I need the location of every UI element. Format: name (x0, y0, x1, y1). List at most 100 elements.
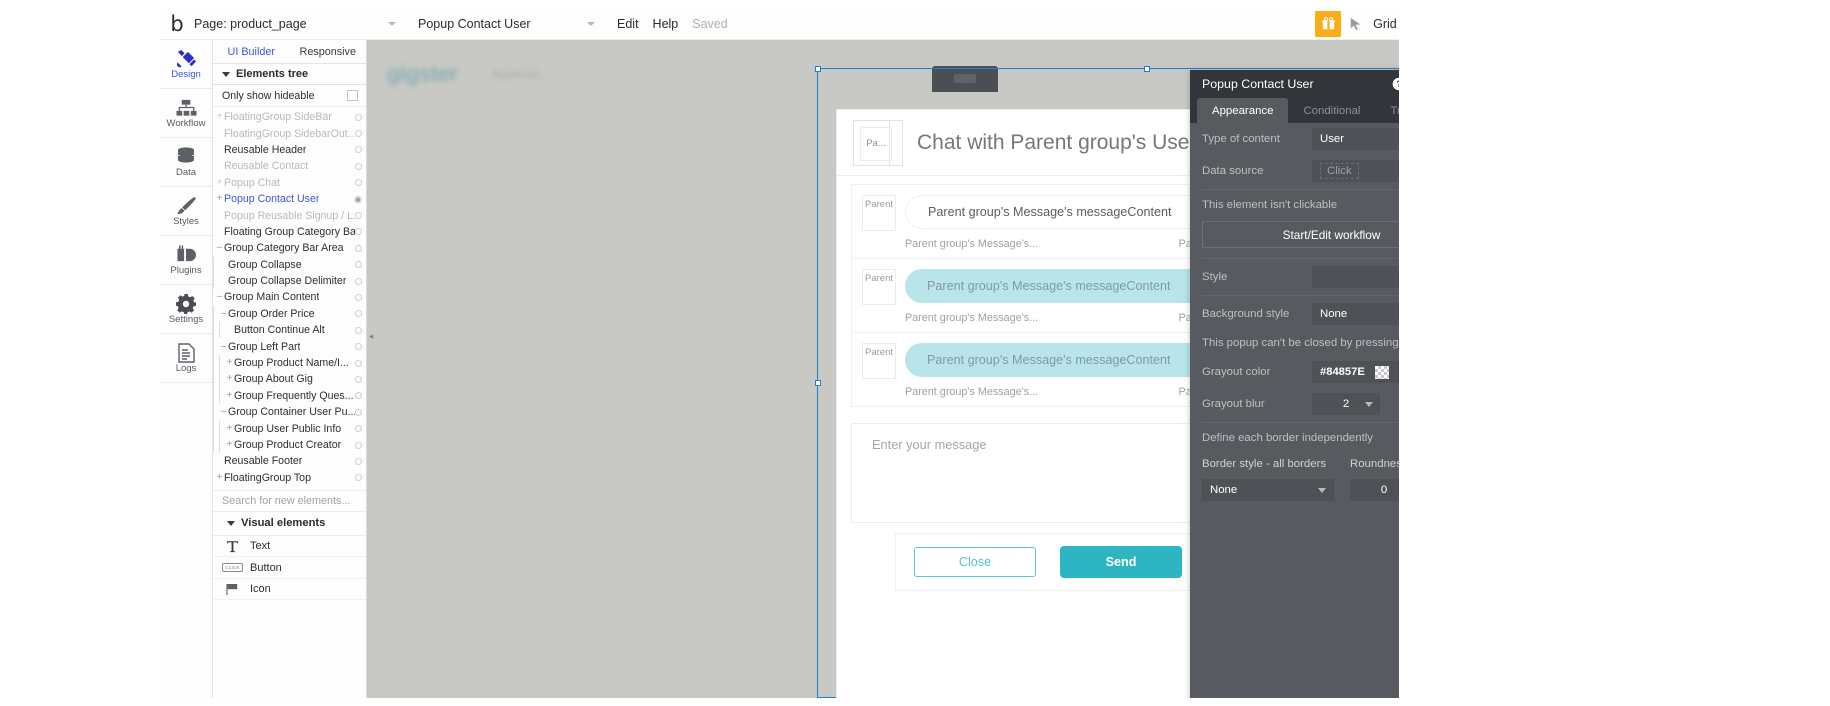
collapse-icon[interactable]: – (219, 407, 228, 417)
resize-handle-top-center[interactable] (1144, 66, 1150, 72)
visibility-dot-icon[interactable] (355, 130, 362, 137)
border-style-label: Border style - all borders (1202, 458, 1334, 470)
visibility-dot-icon[interactable] (355, 327, 362, 334)
tree-node[interactable]: +Popup Chat (213, 175, 366, 191)
color-swatch-icon[interactable] (1375, 366, 1389, 379)
tree-node[interactable]: +Group Frequently Ques... (213, 388, 366, 404)
tree-node[interactable]: +Group About Gig (213, 371, 366, 387)
visibility-dot-icon[interactable] (355, 425, 362, 432)
tree-node-label: Group Order Price (228, 308, 315, 320)
bubble-logo-icon[interactable]: b (164, 9, 190, 39)
border-style-dropdown[interactable]: None (1202, 479, 1334, 501)
expand-icon[interactable]: + (225, 440, 234, 450)
tree-node[interactable]: –Group Container User Pu... (213, 404, 366, 420)
visibility-dot-icon[interactable] (355, 409, 362, 416)
visibility-dot-icon[interactable] (355, 212, 362, 219)
cursor-arrow-icon[interactable] (1349, 17, 1363, 31)
tree-node[interactable]: Floating Group Category Bar (213, 224, 366, 240)
tree-node[interactable]: –Group Main Content (213, 289, 366, 305)
visibility-dot-icon[interactable] (355, 474, 362, 481)
expand-icon[interactable]: + (225, 374, 234, 384)
visibility-dot-icon[interactable] (355, 442, 362, 449)
gift-icon[interactable] (1315, 11, 1341, 37)
tree-node[interactable]: Reusable Header (213, 142, 366, 158)
visibility-dot-icon[interactable] (355, 458, 362, 465)
visibility-dot-icon[interactable] (355, 228, 362, 235)
expand-icon[interactable]: + (215, 112, 224, 122)
roundness-value: 0 (1381, 484, 1387, 496)
eye-icon[interactable]: ◉ (354, 194, 362, 205)
visibility-dot-icon[interactable] (355, 310, 362, 317)
tree-node[interactable]: +Popup Contact User◉ (213, 191, 366, 207)
visibility-dot-icon[interactable] (355, 376, 362, 383)
palette-item-icon[interactable]: Icon (213, 579, 366, 601)
send-button[interactable]: Send (1060, 546, 1182, 578)
visibility-dot-icon[interactable] (355, 179, 362, 186)
help-menu[interactable]: Help (653, 17, 679, 31)
tab-appearance[interactable]: Appearance (1197, 98, 1288, 123)
tree-node[interactable]: +FloatingGroup SideBar (213, 109, 366, 125)
tree-node[interactable]: FloatingGroup SidebarOut... (213, 125, 366, 141)
visibility-dot-icon[interactable] (355, 360, 362, 367)
tree-node[interactable]: +Group Product Creator (213, 437, 366, 453)
collapse-icon[interactable]: – (215, 292, 224, 302)
resize-handle-middle-left[interactable] (815, 380, 821, 386)
tab-conditional[interactable]: Conditional (1288, 98, 1375, 123)
grayout-blur-dropdown[interactable]: 2 (1312, 393, 1380, 415)
resize-handle-top-left[interactable] (815, 66, 821, 72)
edit-menu[interactable]: Edit (617, 17, 639, 31)
visibility-dot-icon[interactable] (355, 294, 362, 301)
expand-icon[interactable]: + (215, 178, 224, 188)
visibility-dot-icon[interactable] (355, 163, 362, 170)
tree-node[interactable]: Button Continue Alt (213, 322, 366, 338)
tab-ui-builder[interactable]: UI Builder (213, 46, 290, 58)
chat-message-meta-left: Parent group's Message's... (905, 386, 1179, 398)
sidebar-item-styles[interactable]: Styles (160, 187, 212, 236)
elements-tree-header[interactable]: Elements tree (213, 64, 366, 85)
search-new-elements-input[interactable]: Search for new elements... (213, 490, 366, 512)
expand-icon[interactable]: + (215, 473, 224, 483)
visibility-dot-icon[interactable] (355, 343, 362, 350)
collapse-left-icon[interactable]: ◂ (367, 328, 375, 344)
expand-icon[interactable]: + (225, 358, 234, 368)
collapse-icon[interactable]: – (215, 243, 224, 253)
sidebar-item-data[interactable]: Data (160, 138, 212, 187)
tree-node[interactable]: +FloatingGroup Top (213, 470, 366, 486)
collapse-icon[interactable]: – (219, 342, 228, 352)
collapse-icon[interactable]: – (219, 309, 228, 319)
palette-item-button[interactable]: CLICK Button (213, 557, 366, 579)
only-show-hideable-checkbox[interactable] (347, 90, 358, 101)
sidebar-item-workflow[interactable]: Workflow (160, 89, 212, 138)
tree-node[interactable]: Group Collapse (213, 257, 366, 273)
tree-node[interactable]: +Group User Public Info (213, 420, 366, 436)
element-selector[interactable]: Popup Contact User (418, 17, 603, 31)
palette-item-text[interactable]: Text (213, 536, 366, 558)
tree-node[interactable]: Popup Reusable Signup / L... (213, 207, 366, 223)
tree-node[interactable]: –Group Category Bar Area (213, 240, 366, 256)
visibility-dot-icon[interactable] (355, 392, 362, 399)
visibility-dot-icon[interactable] (355, 146, 362, 153)
expand-icon[interactable]: + (225, 391, 234, 401)
close-button[interactable]: Close (914, 547, 1036, 577)
visibility-dot-icon[interactable] (355, 245, 362, 252)
visibility-dot-icon[interactable] (355, 278, 362, 285)
sidebar-item-design[interactable]: Design (160, 40, 212, 89)
sidebar-item-plugins[interactable]: Plugins (160, 236, 212, 285)
tree-node[interactable]: –Group Order Price (213, 306, 366, 322)
tree-node[interactable]: Reusable Footer (213, 453, 366, 469)
tree-node[interactable]: Group Collapse Delimiter (213, 273, 366, 289)
sidebar-item-logs[interactable]: Logs (160, 334, 212, 383)
visibility-dot-icon[interactable] (355, 114, 362, 121)
sidebar-item-settings[interactable]: Settings (160, 285, 212, 334)
page-selector[interactable]: Page: product_page (194, 17, 404, 31)
tab-responsive[interactable]: Responsive (290, 46, 367, 58)
tree-node[interactable]: Reusable Contact (213, 158, 366, 174)
visual-elements-header[interactable]: Visual elements (213, 512, 366, 536)
expand-icon[interactable]: + (215, 194, 224, 204)
tree-node[interactable]: +Group Product Name/I... (213, 355, 366, 371)
only-show-hideable-row[interactable]: Only show hideable (213, 85, 366, 107)
tree-node-label: Group Frequently Ques... (234, 390, 354, 402)
expand-icon[interactable]: + (225, 424, 234, 434)
visibility-dot-icon[interactable] (355, 261, 362, 268)
tree-node[interactable]: –Group Left Part (213, 338, 366, 354)
